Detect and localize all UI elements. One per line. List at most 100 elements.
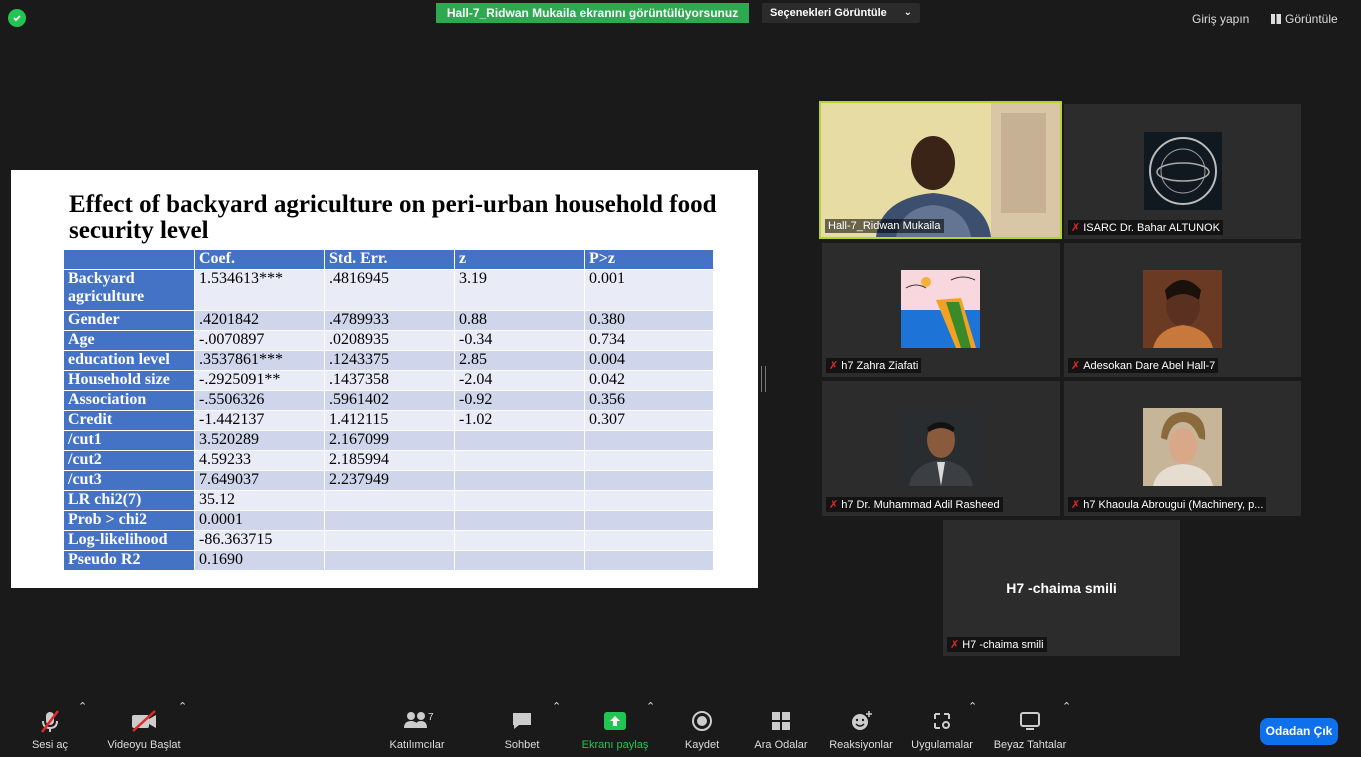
- table-row-header: /cut2: [63, 450, 195, 471]
- table-row-header: LR chi2(7): [63, 490, 195, 511]
- table-row-header: Backyard agriculture: [63, 269, 195, 311]
- participant-count: 7: [428, 712, 434, 723]
- participant-tile-active-speaker[interactable]: Hall-7_Ridwan Mukaila: [819, 101, 1062, 239]
- whiteboard-button[interactable]: Beyaz Tahtalar: [990, 700, 1070, 757]
- share-screen-icon: [604, 712, 626, 730]
- table-row: Backyard agriculture 1.534613*** .4816945 3…: [63, 269, 714, 311]
- participants-button[interactable]: 7 Katılımcılar: [372, 700, 462, 757]
- participant-avatar-drawing: [901, 270, 980, 348]
- table-row: /cut1 3.520289 2.167099: [63, 430, 714, 451]
- participant-name: ✗ h7 Dr. Muhammad Adil Rasheed: [826, 497, 1003, 512]
- breakout-rooms-icon: [772, 712, 790, 730]
- shared-slide: Effect of backyard agriculture on peri-u…: [11, 170, 758, 753]
- video-off-icon: [132, 710, 156, 732]
- view-button[interactable]: Görüntüle: [1271, 12, 1338, 26]
- sign-in-button[interactable]: Giriş yapın: [1192, 12, 1249, 26]
- participants-label: Katılımcılar: [389, 739, 445, 751]
- table-cell: .4201842: [194, 310, 325, 331]
- table-row-header: Prob > chi2: [63, 510, 195, 531]
- table-cell: [324, 550, 455, 571]
- table-header-row: Coef. Std. Err. z P>z: [63, 249, 714, 270]
- chat-button[interactable]: Sohbet: [490, 700, 554, 757]
- reactions-icon: [852, 711, 872, 730]
- table-cell: [454, 510, 585, 531]
- apps-icon: [934, 713, 950, 729]
- participant-tile[interactable]: ✗ h7 Zahra Ziafati: [822, 243, 1060, 377]
- table-cell: 2.185994: [324, 450, 455, 471]
- table-cell: .3537861***: [194, 350, 325, 371]
- participant-tile[interactable]: H7 -chaima smili ✗ H7 -chaima smili: [943, 520, 1180, 656]
- table-cell: .4789933: [324, 310, 455, 331]
- table-row-header: Log-likelihood: [63, 530, 195, 551]
- participant-name: ✗ h7 Khaoula Abrougui (Machinery, p...: [1068, 497, 1267, 512]
- leave-meeting-button[interactable]: Odadan Çık: [1260, 718, 1338, 745]
- panel-resize-handle[interactable]: [761, 366, 766, 392]
- table-cell: -86.363715: [194, 530, 325, 551]
- record-icon: [692, 711, 712, 731]
- table-header-cell: [63, 249, 195, 270]
- table-cell: 2.167099: [324, 430, 455, 451]
- table-row: Credit -1.442137 1.412115 -1.02 0.307: [63, 410, 714, 431]
- view-options-dropdown[interactable]: Seçenekleri Görüntüle ⌄: [762, 3, 920, 23]
- reactions-button[interactable]: Reaksiyonlar: [824, 700, 898, 757]
- chat-options-caret[interactable]: ⌃: [552, 700, 561, 757]
- participant-tile[interactable]: ✗ ISARC Dr. Bahar ALTUNOK: [1064, 104, 1301, 239]
- table-cell: [584, 550, 714, 571]
- participant-name: ✗ h7 Zahra Ziafati: [826, 358, 922, 373]
- table-cell: [324, 490, 455, 511]
- participant-name: ✗ ISARC Dr. Bahar ALTUNOK: [1068, 220, 1223, 235]
- participant-name: ✗ Adesokan Dare Abel Hall-7: [1068, 358, 1219, 373]
- muted-microphone-icon: [41, 710, 59, 733]
- table-row: /cut2 4.59233 2.185994: [63, 450, 714, 471]
- table-row-header: Age: [63, 330, 195, 351]
- muted-mic-icon: ✗: [1071, 499, 1081, 511]
- table-cell: [324, 510, 455, 531]
- whiteboard-label: Beyaz Tahtalar: [993, 739, 1067, 751]
- table-row-header: Pseudo R2: [63, 550, 195, 571]
- table-cell: .0208935: [324, 330, 455, 351]
- table-cell: [584, 430, 714, 451]
- table-cell: -.2925091**: [194, 370, 325, 391]
- table-cell: 0.734: [584, 330, 714, 351]
- table-row-header: /cut1: [63, 430, 195, 451]
- table-cell: 3.520289: [194, 430, 325, 451]
- whiteboard-icon: [1020, 712, 1040, 730]
- audio-options-caret[interactable]: ⌃: [78, 700, 87, 757]
- table-cell: -1.442137: [194, 410, 325, 431]
- isarc-logo: [1144, 132, 1222, 210]
- table-cell: 2.85: [454, 350, 585, 371]
- table-cell: 0.001: [584, 269, 714, 311]
- table-cell: [454, 450, 585, 471]
- video-options-caret[interactable]: ⌃: [178, 700, 187, 757]
- chat-label: Sohbet: [504, 739, 540, 751]
- record-button[interactable]: Kaydet: [676, 700, 728, 757]
- record-label: Kaydet: [684, 739, 720, 751]
- regression-table: Coef. Std. Err. z P>z Backyard agricultu…: [63, 249, 714, 571]
- table-cell: 0.042: [584, 370, 714, 391]
- meeting-toolbar: Sesi aç ⌃ Videoyu Başlat ⌃ 7 Katılımcıla…: [0, 700, 1361, 757]
- table-cell: 0.380: [584, 310, 714, 331]
- slide-title: Effect of backyard agriculture on peri-u…: [69, 191, 717, 244]
- breakout-rooms-button[interactable]: Ara Odalar: [746, 700, 816, 757]
- table-cell: [584, 530, 714, 551]
- unmute-button[interactable]: Sesi aç: [20, 700, 80, 757]
- table-cell: .5961402: [324, 390, 455, 411]
- table-cell: -.5506326: [194, 390, 325, 411]
- share-options-caret[interactable]: ⌃: [646, 700, 655, 757]
- table-cell: -0.34: [454, 330, 585, 351]
- table-header-cell: Std. Err.: [324, 249, 455, 270]
- table-row-header: Credit: [63, 410, 195, 431]
- security-shield-icon[interactable]: [8, 9, 26, 27]
- apps-options-caret[interactable]: ⌃: [968, 700, 977, 757]
- participant-tile[interactable]: ✗ h7 Khaoula Abrougui (Machinery, p...: [1064, 381, 1301, 516]
- table-row: LR chi2(7) 35.12: [63, 490, 714, 511]
- participant-tile[interactable]: ✗ h7 Dr. Muhammad Adil Rasheed: [822, 381, 1060, 516]
- table-cell: 3.19: [454, 269, 585, 311]
- table-cell: -1.02: [454, 410, 585, 431]
- whiteboard-options-caret[interactable]: ⌃: [1062, 700, 1071, 757]
- table-cell: [584, 490, 714, 511]
- table-cell: [454, 470, 585, 491]
- table-cell: -0.92: [454, 390, 585, 411]
- participant-tile[interactable]: ✗ Adesokan Dare Abel Hall-7: [1064, 243, 1301, 377]
- breakout-rooms-label: Ara Odalar: [754, 739, 808, 751]
